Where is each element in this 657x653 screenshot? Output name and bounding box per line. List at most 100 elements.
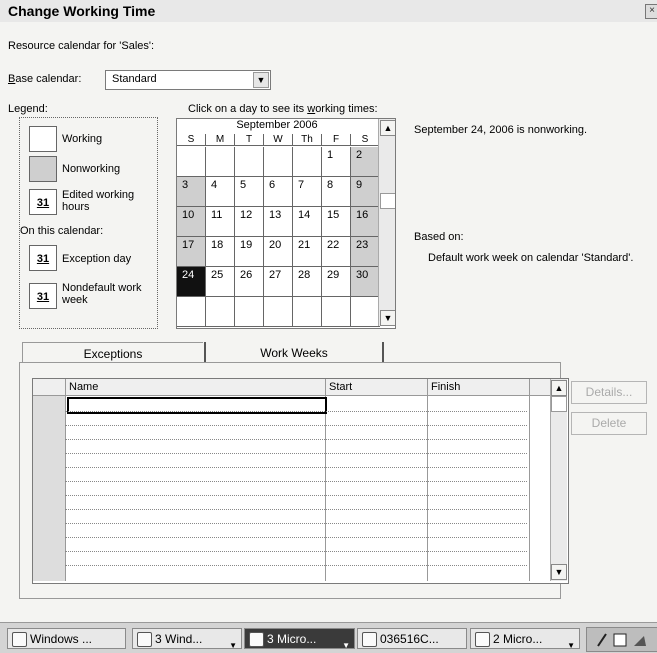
- scroll-thumb[interactable]: [551, 396, 567, 412]
- calendar-day[interactable]: 21: [293, 237, 322, 267]
- edited-hours-swatch: 31: [29, 189, 57, 215]
- scroll-thumb[interactable]: [380, 193, 395, 209]
- on-this-calendar-label: On this calendar:: [20, 225, 104, 237]
- day-status: September 24, 2006 is nonworking.: [414, 124, 588, 136]
- calendar-day[interactable]: 30: [351, 267, 380, 297]
- calendar-day[interactable]: 18: [206, 237, 235, 267]
- network-icon: [475, 632, 490, 647]
- row-header-column: [33, 379, 66, 581]
- table-row[interactable]: [65, 439, 527, 440]
- table-rows: [65, 379, 549, 581]
- table-row[interactable]: [65, 411, 527, 412]
- nondefault-week-swatch: 31: [29, 283, 57, 309]
- table-scrollbar[interactable]: ▲ ▼: [550, 379, 567, 581]
- calendar-day[interactable]: 26: [235, 267, 264, 297]
- calendar-day[interactable]: 16: [351, 207, 380, 237]
- calendar-day[interactable]: [177, 297, 206, 327]
- table-row[interactable]: [65, 481, 527, 482]
- legend-exception-day: Exception day: [62, 253, 132, 265]
- document-icon: [362, 632, 377, 647]
- table-row[interactable]: [65, 537, 527, 538]
- calendar-day[interactable]: 5: [235, 177, 264, 207]
- weekday-header: T: [235, 134, 264, 146]
- taskbar-item-micro-group[interactable]: 2 Micro... ▼: [470, 628, 580, 649]
- calendar-day[interactable]: [322, 297, 351, 327]
- calendar-day[interactable]: [235, 297, 264, 327]
- table-row[interactable]: [65, 425, 527, 426]
- folder-icon: [137, 632, 152, 647]
- calendar-day[interactable]: 10: [177, 207, 206, 237]
- calendar-day[interactable]: 22: [322, 237, 351, 267]
- scroll-up-icon[interactable]: ▲: [551, 380, 567, 396]
- close-button[interactable]: ×: [645, 4, 657, 19]
- calendar-day[interactable]: 8: [322, 177, 351, 207]
- calendar-day[interactable]: [264, 147, 293, 177]
- legend-edited-1: Edited working: [62, 189, 135, 201]
- details-button[interactable]: Details...: [571, 381, 647, 404]
- calendar-day[interactable]: 15: [322, 207, 351, 237]
- chevron-down-icon[interactable]: ▼: [253, 72, 269, 88]
- calendar-day[interactable]: [293, 297, 322, 327]
- calendar-day[interactable]: 11: [206, 207, 235, 237]
- weekday-header: W: [264, 134, 293, 146]
- exceptions-panel: Name Start Finish ▲ ▼: [19, 362, 569, 599]
- calendar-day[interactable]: 7: [293, 177, 322, 207]
- resource-calendar-label: Resource calendar for 'Sales':: [8, 40, 155, 52]
- based-on-detail: Default work week on calendar 'Standard'…: [428, 252, 634, 264]
- scroll-down-icon[interactable]: ▼: [380, 310, 395, 326]
- calendar-day[interactable]: [177, 147, 206, 177]
- calendar-day[interactable]: 25: [206, 267, 235, 297]
- legend-working: Working: [62, 133, 103, 145]
- table-row[interactable]: [65, 509, 527, 510]
- taskbar-item-micro-active[interactable]: 3 Micro... ▼: [244, 628, 355, 649]
- taskbar-item-document[interactable]: 036516C...: [357, 628, 467, 649]
- exceptions-table[interactable]: Name Start Finish ▲ ▼: [32, 378, 569, 584]
- based-on-label: Based on:: [414, 231, 464, 243]
- calendar-day[interactable]: 2: [351, 147, 380, 177]
- calendar-day[interactable]: [293, 147, 322, 177]
- calendar-day[interactable]: 17: [177, 237, 206, 267]
- calendar-day[interactable]: 9: [351, 177, 380, 207]
- calendar-widget[interactable]: September 2006 S M T W Th F S 1 2 3 4 5 6 7 8 9 10 11 12 13…: [176, 118, 396, 329]
- taskbar: Windows ... 3 Wind... ▼ 3 Micro... ▼ 03651…: [0, 622, 657, 653]
- calendar-day[interactable]: 23: [351, 237, 380, 267]
- delete-button[interactable]: Delete: [571, 412, 647, 435]
- calendar-scrollbar[interactable]: ▲ ▼: [378, 119, 395, 326]
- base-calendar-select[interactable]: Standard ▼: [105, 70, 271, 90]
- table-row[interactable]: [65, 565, 527, 566]
- calendar-day[interactable]: 3: [177, 177, 206, 207]
- scroll-up-icon[interactable]: ▲: [380, 120, 395, 136]
- calendar-day[interactable]: 1: [322, 147, 351, 177]
- taskbar-item-windows-group[interactable]: 3 Wind... ▼: [132, 628, 242, 649]
- table-row[interactable]: [65, 467, 527, 468]
- table-row[interactable]: [65, 551, 527, 552]
- calendar-day[interactable]: [206, 297, 235, 327]
- calendar-day[interactable]: [235, 147, 264, 177]
- table-row[interactable]: [65, 495, 527, 496]
- calendar-day[interactable]: 6: [264, 177, 293, 207]
- legend-nondefault-2: week: [62, 294, 88, 306]
- calendar-day[interactable]: 13: [264, 207, 293, 237]
- calendar-day[interactable]: 19: [235, 237, 264, 267]
- calendar-day[interactable]: 20: [264, 237, 293, 267]
- weekday-header: S: [351, 134, 380, 146]
- tray-icons[interactable]: [592, 630, 652, 650]
- calendar-day[interactable]: 27: [264, 267, 293, 297]
- scroll-down-icon[interactable]: ▼: [551, 564, 567, 580]
- calendar-day[interactable]: [264, 297, 293, 327]
- table-row[interactable]: [65, 523, 527, 524]
- calendar-day[interactable]: 14: [293, 207, 322, 237]
- table-row[interactable]: [65, 453, 527, 454]
- taskbar-item-windows[interactable]: Windows ...: [7, 628, 126, 649]
- calendar-day[interactable]: 28: [293, 267, 322, 297]
- calendar-day[interactable]: 4: [206, 177, 235, 207]
- calendar-day[interactable]: 29: [322, 267, 351, 297]
- tab-work-weeks[interactable]: Work Weeks: [204, 342, 384, 364]
- calendar-instruction: Click on a day to see its working times:: [188, 103, 378, 115]
- calendar-day[interactable]: [351, 297, 380, 327]
- calendar-day[interactable]: 12: [235, 207, 264, 237]
- calendar-day[interactable]: [206, 147, 235, 177]
- calendar-day[interactable]: 24: [177, 267, 206, 297]
- legend-edited-2: hours: [62, 201, 90, 213]
- weekday-header: Th: [293, 134, 322, 146]
